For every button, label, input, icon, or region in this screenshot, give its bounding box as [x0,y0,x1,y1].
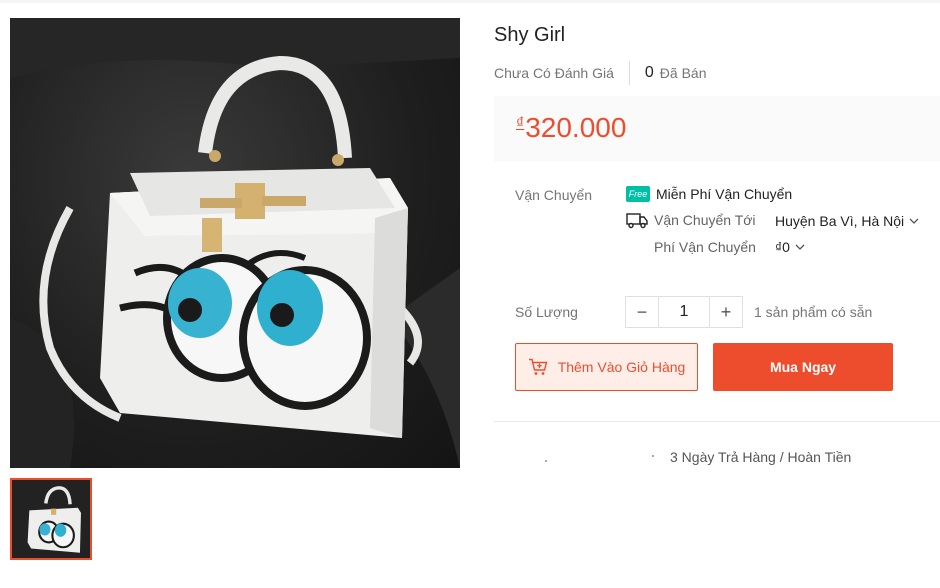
ship-to-dropdown[interactable]: Huyện Ba Vì, Hà Nội [775,213,920,229]
shipping-fee-dropdown[interactable]: ₫0 [775,239,806,255]
handbag-illustration [10,18,460,468]
chevron-down-icon [909,218,919,224]
product-main-image[interactable] [10,18,460,468]
thumbnail-illustration [12,480,90,558]
quantity-label: Số Lượng [515,304,578,320]
section-divider [494,421,940,422]
decorative-dot [652,455,654,457]
quantity-decrease-button[interactable]: − [625,296,659,328]
add-to-cart-label: Thêm Vào Giỏ Hàng [557,359,686,375]
top-border [0,0,940,3]
free-shipping-text: Miễn Phí Vận Chuyển [656,186,793,202]
decorative-dot [545,460,547,462]
shipping-fee-label: Phí Vận Chuyển [654,239,756,255]
ship-to-row: Vận Chuyển Tới [626,211,756,229]
sold-count: 0 [644,64,654,81]
price-section: ₫ 320.000 [494,96,940,162]
sold-label: Đã Bán [659,65,707,81]
truck-icon [626,213,648,229]
cart-add-icon [528,358,548,375]
rating-divider [628,61,630,85]
return-policy[interactable]: 3 Ngày Trả Hàng / Hoàn Tiền [670,449,851,465]
stock-available: 1 sản phẩm có sẵn [754,304,873,320]
ship-to-label: Vận Chuyển Tới [654,212,756,228]
rating-sold-row: Chưa Có Đánh Giá 0 Đã Bán [494,61,707,85]
free-shipping-row: Free Miễn Phí Vận Chuyển [626,186,792,202]
price-currency: ₫ [516,115,525,132]
buy-now-button[interactable]: Mua Ngay [713,343,893,391]
chevron-down-icon [795,244,805,250]
free-shipping-icon: Free [626,186,650,202]
ship-to-value: Huyện Ba Vì, Hà Nội [775,213,905,229]
shipping-label: Vận Chuyển [515,187,593,203]
add-to-cart-button[interactable]: Thêm Vào Giỏ Hàng [515,343,698,391]
quantity-stepper: − 1 + [625,296,743,328]
quantity-input[interactable]: 1 [659,296,709,328]
product-thumbnail[interactable] [10,478,92,560]
quantity-increase-button[interactable]: + [709,296,743,328]
price: ₫ 320.000 [516,112,626,144]
rating-status[interactable]: Chưa Có Đánh Giá [494,65,614,81]
product-title: Shy Girl [494,24,566,46]
shipping-fee-value: ₫0 [775,239,790,255]
price-value: 320.000 [525,112,627,143]
